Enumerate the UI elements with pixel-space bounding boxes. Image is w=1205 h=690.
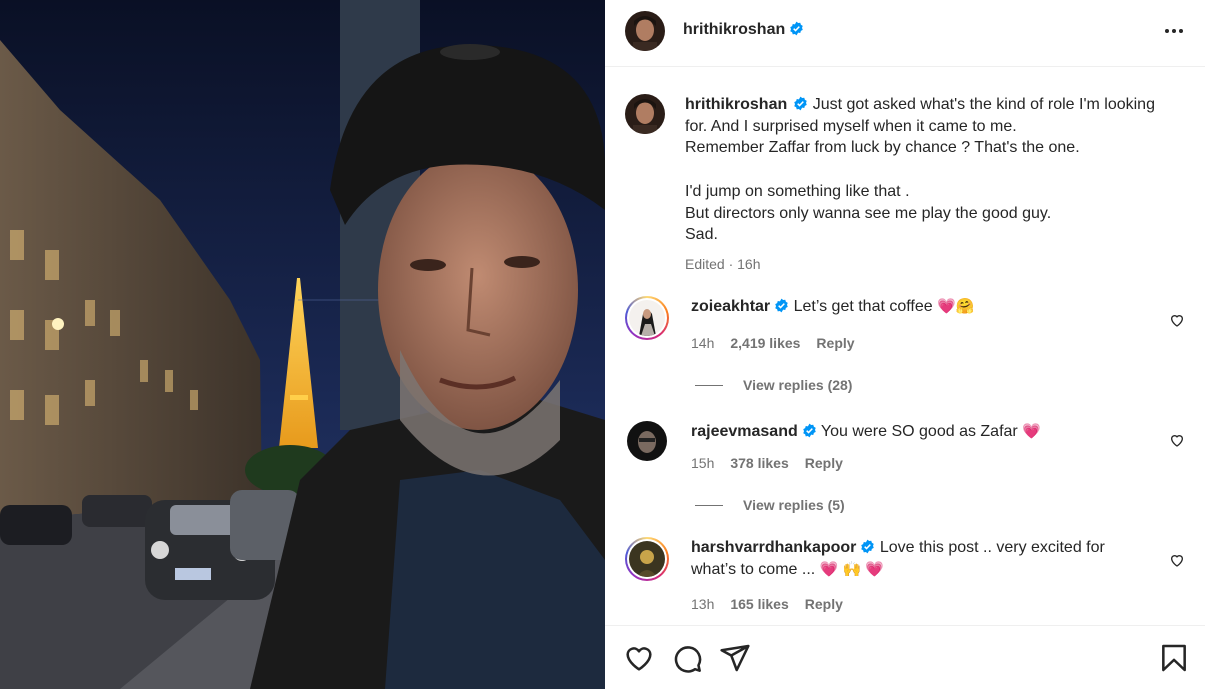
caption-line: for. And I surprised myself when it came… bbox=[685, 117, 1017, 135]
comment-meta: 13h 165 likes Reply bbox=[691, 596, 843, 612]
caption-line: But directors only wanna see me play the… bbox=[685, 204, 1052, 222]
comment-body: harshvarrdhankapoor Love this post .. ve… bbox=[691, 537, 1141, 580]
comment-text: Let’s get that coffee bbox=[793, 298, 933, 315]
heart-icon[interactable] bbox=[1169, 432, 1185, 448]
comment-username[interactable]: rajeevmasand bbox=[691, 423, 798, 440]
view-replies-button[interactable]: View replies (28) bbox=[695, 377, 852, 393]
comment-username[interactable]: harshvarrdhankapoor bbox=[691, 539, 856, 556]
reply-button[interactable]: Reply bbox=[805, 596, 843, 612]
view-replies-label[interactable]: View replies (28) bbox=[743, 377, 852, 393]
caption-author-avatar[interactable] bbox=[625, 94, 665, 134]
bookmark-icon[interactable] bbox=[1158, 642, 1190, 674]
comment-likes[interactable]: 165 likes bbox=[730, 596, 788, 612]
author-avatar[interactable] bbox=[625, 11, 665, 51]
post-header: hrithikroshan bbox=[605, 0, 1205, 67]
commenter-avatar[interactable] bbox=[627, 421, 667, 461]
more-options-icon[interactable] bbox=[1161, 18, 1187, 44]
comment-meta: 15h 378 likes Reply bbox=[691, 455, 843, 471]
heart-icon[interactable] bbox=[1169, 552, 1185, 568]
caption-line: hrithikroshan Just got asked what's the … bbox=[685, 94, 1185, 116]
comment-body: rajeevmasand You were SO good as Zafar 💗 bbox=[691, 421, 1141, 443]
commenter-avatar[interactable] bbox=[625, 296, 669, 340]
comment-time: 15h bbox=[691, 455, 715, 471]
post-side-panel: hrithikroshan hrithikroshan Just got ask… bbox=[605, 0, 1205, 689]
divider-dash bbox=[695, 384, 723, 386]
verified-badge-icon bbox=[774, 298, 789, 313]
commenter-avatar[interactable] bbox=[625, 537, 669, 581]
view-replies-label[interactable]: View replies (5) bbox=[743, 497, 845, 513]
comment-body: zoieakhtar Let’s get that coffee 💗🤗 bbox=[691, 296, 1141, 318]
verified-badge-icon bbox=[793, 96, 808, 111]
instagram-post: hrithikroshan hrithikroshan Just got ask… bbox=[0, 0, 1205, 689]
comment-text: You were SO good as Zafar bbox=[820, 423, 1018, 440]
heart-icon[interactable] bbox=[623, 642, 655, 674]
caption-edited-timestamp: Edited · 16h bbox=[685, 255, 761, 272]
caption-line: I'd jump on something like that . bbox=[685, 182, 910, 200]
comment-icon[interactable] bbox=[671, 642, 703, 674]
comment-username[interactable]: zoieakhtar bbox=[691, 298, 770, 315]
caption-line: Sad. bbox=[685, 226, 718, 244]
verified-badge-icon bbox=[789, 21, 804, 36]
verified-badge-icon bbox=[860, 539, 875, 554]
post-photo[interactable] bbox=[0, 0, 605, 689]
comment-emojis: 💗 🙌 💗 bbox=[819, 560, 885, 578]
comment-time: 13h bbox=[691, 596, 715, 612]
comment-item: rajeevmasand You were SO good as Zafar 💗… bbox=[625, 421, 1185, 521]
reply-button[interactable]: Reply bbox=[805, 455, 843, 471]
comment-likes[interactable]: 378 likes bbox=[730, 455, 788, 471]
author-username-text[interactable]: hrithikroshan bbox=[683, 21, 785, 38]
photo-illustration bbox=[0, 0, 605, 689]
share-icon[interactable] bbox=[719, 642, 751, 674]
comment-emojis: 💗 bbox=[1022, 423, 1041, 440]
comment-likes[interactable]: 2,419 likes bbox=[730, 335, 800, 351]
comment-time: 14h bbox=[691, 335, 715, 351]
comment-text: Love this post .. very excited for bbox=[879, 539, 1105, 556]
post-action-bar bbox=[605, 625, 1205, 690]
comment-meta: 14h 2,419 likes Reply bbox=[691, 335, 855, 351]
view-replies-button[interactable]: View replies (5) bbox=[695, 497, 845, 513]
verified-badge-icon bbox=[802, 423, 817, 438]
author-username[interactable]: hrithikroshan bbox=[683, 21, 804, 39]
caption-line-text: Just got asked what's the kind of role I… bbox=[812, 96, 1155, 113]
heart-icon[interactable] bbox=[1169, 312, 1185, 328]
comment-text-continued: what’s to come ... bbox=[691, 560, 816, 578]
caption-username[interactable]: hrithikroshan bbox=[685, 96, 787, 113]
comment-emojis: 💗🤗 bbox=[937, 298, 975, 315]
caption-line: Remember Zaffar from luck by chance ? Th… bbox=[685, 139, 1080, 157]
comment-item: harshvarrdhankapoor Love this post .. ve… bbox=[625, 537, 1185, 621]
caption-text: hrithikroshan Just got asked what's the … bbox=[685, 94, 1185, 276]
comment-item: zoieakhtar Let’s get that coffee 💗🤗 14h … bbox=[625, 296, 1185, 416]
reply-button[interactable]: Reply bbox=[816, 335, 854, 351]
divider-dash bbox=[695, 504, 723, 506]
